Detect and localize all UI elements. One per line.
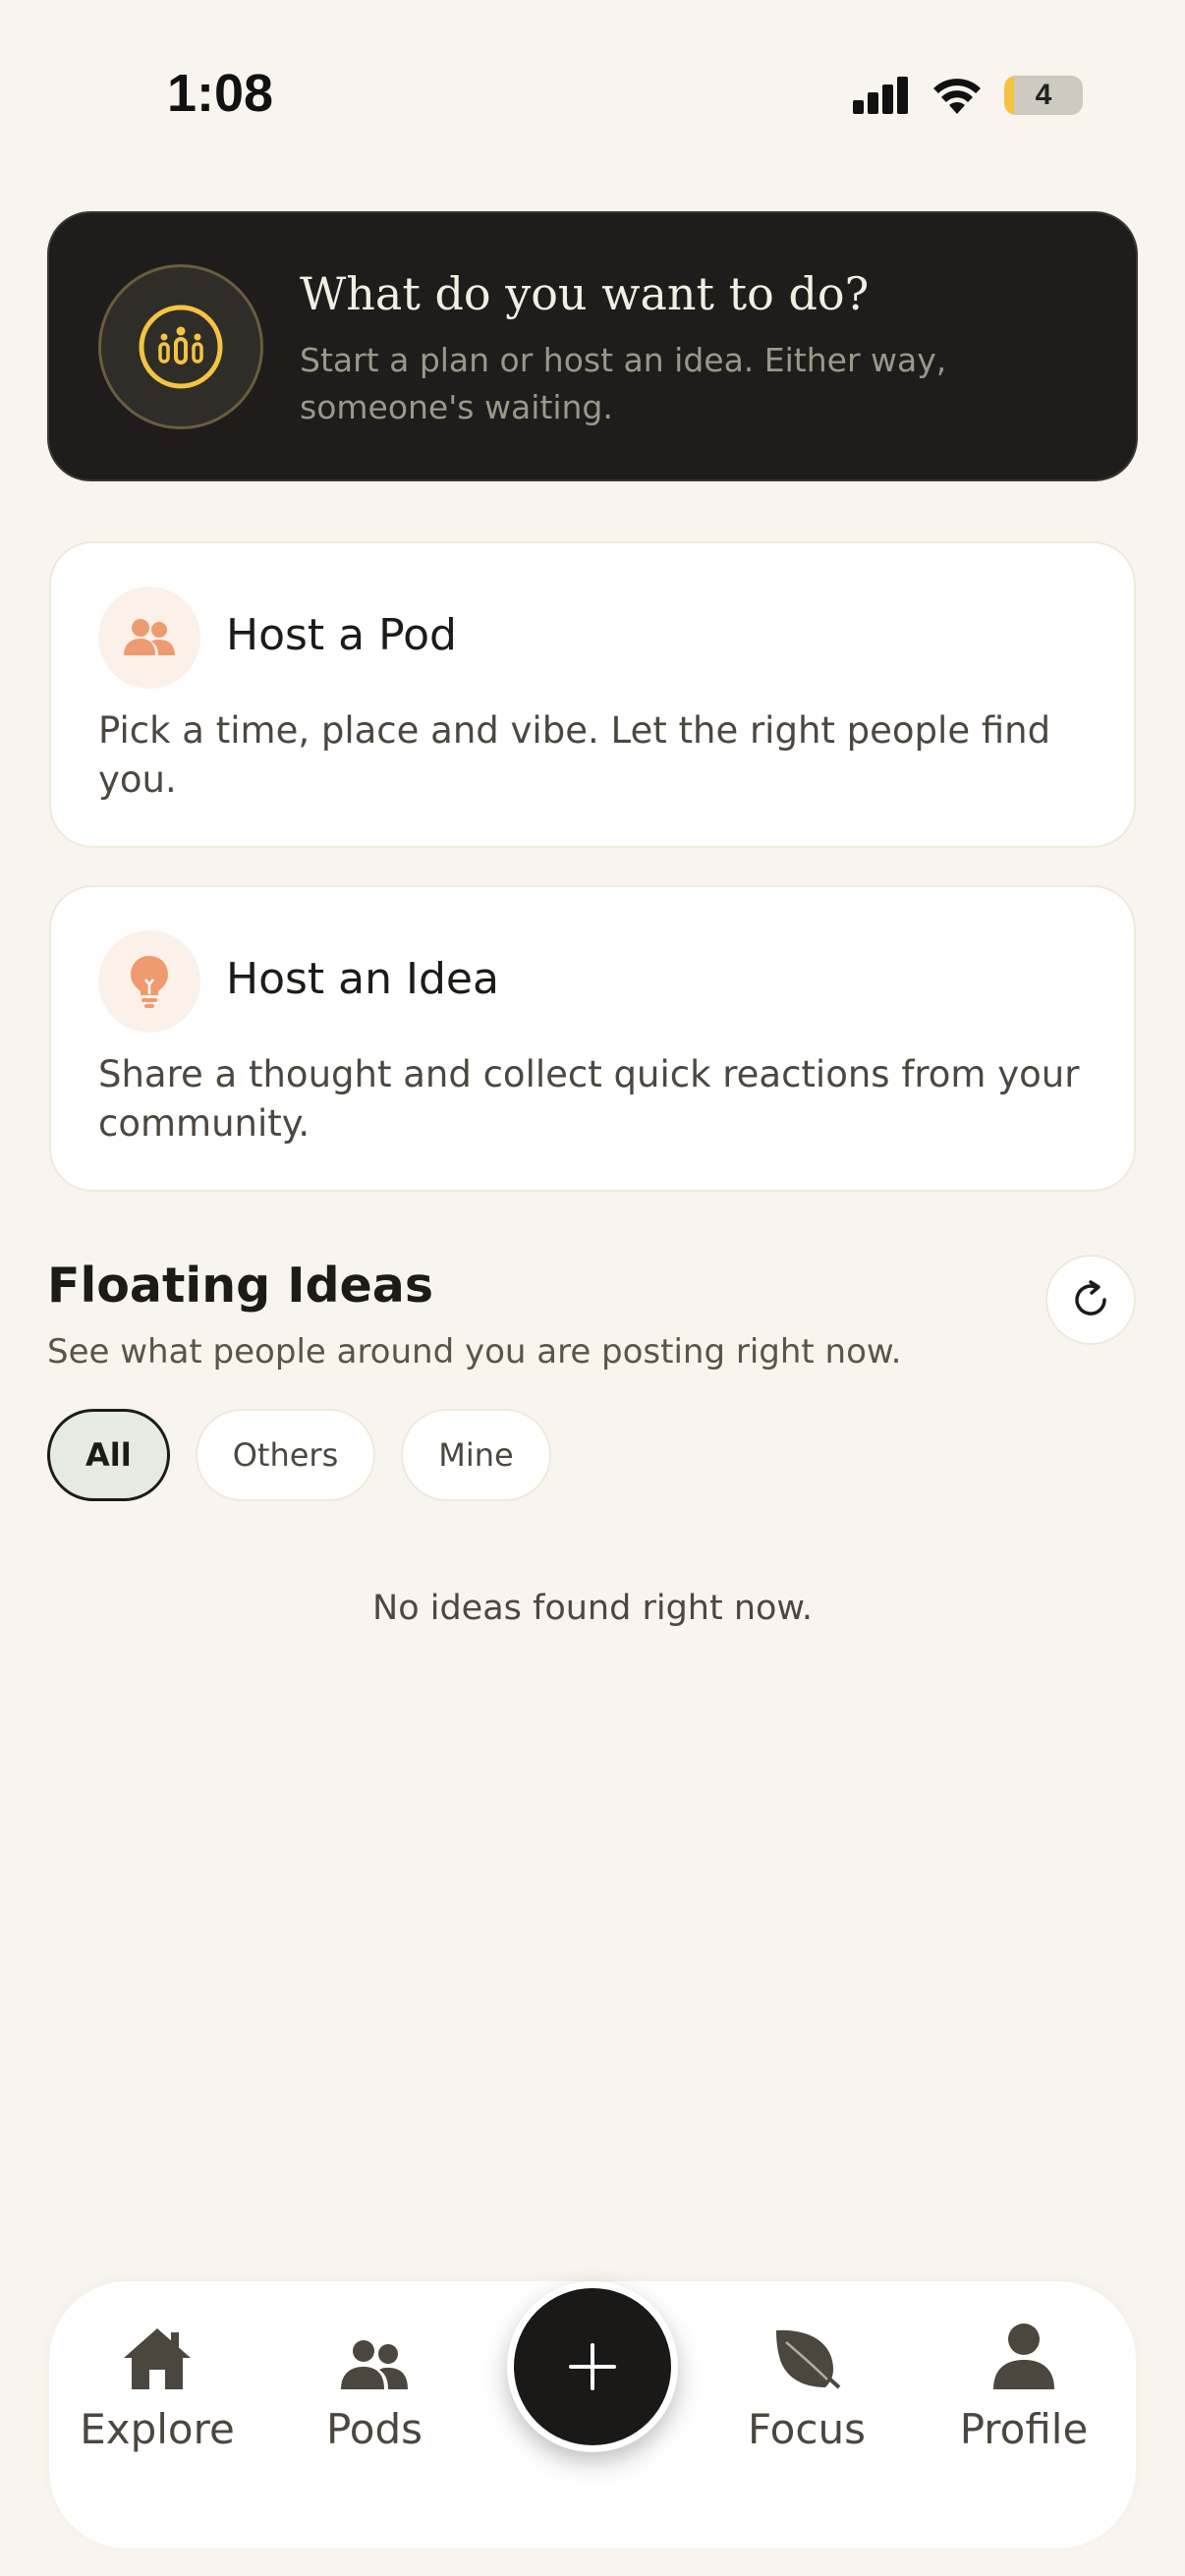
- status-time: 1:08: [167, 64, 274, 123]
- filter-mine[interactable]: Mine: [401, 1409, 551, 1501]
- nav-focus[interactable]: Focus: [708, 2317, 905, 2453]
- nav-pods-label: Pods: [325, 2405, 423, 2453]
- host-pod-title: Host a Pod: [226, 610, 457, 660]
- nav-pods[interactable]: Pods: [276, 2317, 473, 2453]
- hero-title: What do you want to do?: [300, 267, 870, 320]
- empty-state-message: No ideas found right now.: [372, 1589, 813, 1628]
- nav-focus-label: Focus: [748, 2405, 866, 2453]
- people-icon: [98, 587, 200, 689]
- person-icon: [991, 2317, 1056, 2391]
- hero-banner: What do you want to do? Start a plan or …: [47, 211, 1138, 481]
- section-subtitle: See what people around you are posting r…: [47, 1332, 902, 1372]
- lightbulb-icon: [98, 930, 200, 1033]
- nav-explore-label: Explore: [80, 2405, 235, 2453]
- plus-icon: [569, 2343, 616, 2390]
- people-icon: [339, 2317, 410, 2391]
- filter-all[interactable]: All: [47, 1409, 170, 1501]
- host-idea-description: Share a thought and collect quick reacti…: [98, 1053, 1080, 1145]
- host-idea-title: Host an Idea: [226, 954, 499, 1004]
- nav-profile-label: Profile: [959, 2405, 1089, 2453]
- hero-subtitle: Start a plan or host an idea. Either way…: [300, 341, 947, 426]
- create-button[interactable]: [507, 2281, 678, 2452]
- filter-chips: All Others Mine: [47, 1409, 551, 1501]
- host-pod-description: Pick a time, place and vibe. Let the rig…: [98, 709, 1051, 801]
- wifi-icon: [933, 79, 981, 114]
- group-icon: [98, 264, 263, 429]
- leaf-icon: [772, 2317, 841, 2391]
- nav-profile[interactable]: Profile: [926, 2317, 1122, 2453]
- battery-icon: 4: [1004, 76, 1083, 115]
- filter-others[interactable]: Others: [195, 1409, 376, 1501]
- nav-explore[interactable]: Explore: [59, 2317, 255, 2453]
- status-bar: 1:08 4: [0, 0, 1185, 147]
- host-pod-card[interactable]: Host a Pod Pick a time, place and vibe. …: [49, 541, 1136, 848]
- signal-icon: [853, 77, 908, 114]
- battery-level: 4: [1035, 79, 1052, 111]
- refresh-button[interactable]: [1045, 1255, 1136, 1345]
- status-icons: 4: [853, 71, 1083, 120]
- home-icon: [122, 2317, 193, 2391]
- section-title: Floating Ideas: [47, 1258, 434, 1314]
- refresh-icon: [1075, 1280, 1106, 1316]
- host-idea-card[interactable]: Host an Idea Share a thought and collect…: [49, 885, 1136, 1192]
